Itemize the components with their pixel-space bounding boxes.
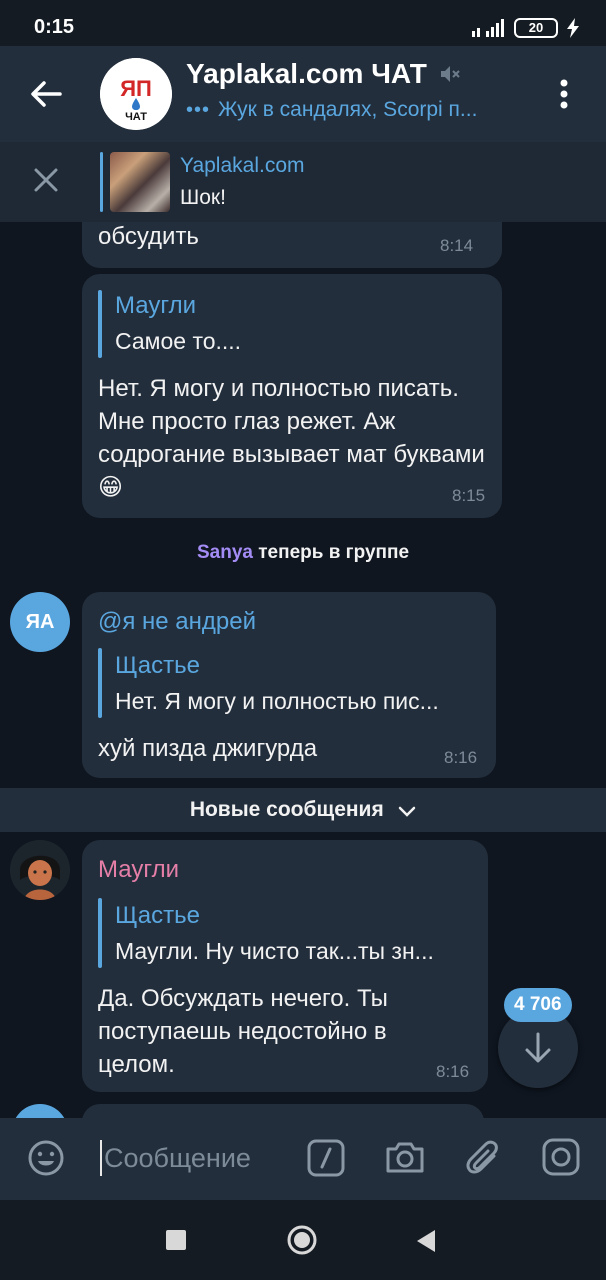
avatar[interactable]: [12, 1104, 68, 1118]
message-text: Нет. Я могу и полностью писать. Мне прос…: [98, 375, 485, 501]
mute-icon: [440, 66, 460, 82]
service-text: теперь в группе: [252, 542, 410, 563]
message-text: обсудить: [98, 223, 199, 250]
new-messages-label: Новые сообщения: [189, 798, 384, 821]
message-input[interactable]: [104, 1136, 294, 1180]
close-icon[interactable]: [28, 162, 64, 198]
recent-apps-icon[interactable]: [166, 1230, 186, 1250]
avatar-initials: ЯА: [25, 611, 55, 633]
nav-back-icon[interactable]: [414, 1228, 438, 1254]
message-bubble[interactable]: @я не андрей Щастье Нет. Я могу и полнос…: [82, 592, 496, 778]
reply-bar: [98, 898, 102, 968]
message-mention[interactable]: @я не андрей: [98, 608, 256, 636]
typing-text: Жук в сандалях, Scorpi п...: [218, 98, 478, 121]
avatar[interactable]: ЯА: [10, 592, 70, 652]
bot-command-icon[interactable]: [306, 1138, 346, 1178]
reply-text: Маугли. Ну чисто так...ты зн...: [115, 938, 434, 964]
message-time: 8:16: [444, 748, 478, 767]
battery-icon: 20: [514, 18, 558, 38]
chat-header: ЯП ЧАТ Yaplakal.com ЧАТ ••• Жук в сандал…: [0, 46, 606, 142]
message-bubble[interactable]: Маугли Самое то.... Нет. Я могу и полнос…: [82, 274, 502, 518]
chat-title: Yaplakal.com ЧАТ: [186, 58, 427, 89]
message-text: Да. Обсуждать нечего. Ты поступаешь недо…: [98, 985, 388, 1078]
system-nav-bar: [0, 1200, 606, 1280]
pinned-title: Yaplakal.com: [180, 154, 305, 177]
back-arrow-icon[interactable]: [26, 74, 66, 114]
pinned-text: Шок!: [180, 186, 226, 209]
reply-author: Маугли: [115, 292, 196, 319]
message-time: 8:14: [440, 236, 474, 255]
reply-bar: [98, 648, 102, 718]
avatar[interactable]: [10, 840, 70, 900]
unread-count-badge: 4 706: [504, 988, 572, 1022]
chat-avatar[interactable]: ЯП ЧАТ: [100, 58, 172, 130]
emoji-icon[interactable]: [26, 1138, 66, 1178]
reply-bar: [98, 290, 102, 358]
more-vert-icon[interactable]: [548, 74, 580, 114]
attach-icon[interactable]: [464, 1136, 504, 1180]
message-text: хуй пизда джигурда: [98, 735, 318, 762]
reply-author: Щастье: [115, 902, 200, 929]
message-bubble[interactable]: обсудить 8:14: [82, 222, 502, 268]
message-input-bar: [0, 1118, 606, 1200]
battery-level: 20: [528, 20, 544, 35]
chevron-down-icon: [398, 806, 416, 817]
pinned-thumbnail: [110, 152, 170, 212]
home-icon[interactable]: [286, 1224, 318, 1256]
mowgli-avatar-image: [10, 840, 70, 900]
status-indicators: 20: [470, 18, 580, 38]
pinned-message[interactable]: Yaplakal.com Шок!: [0, 142, 606, 222]
reply-author: Щастье: [115, 652, 200, 679]
message-list[interactable]: обсудить 8:14 Маугли Самое то.... Нет. Я…: [0, 222, 606, 1118]
yaplakal-logo: ЯП ЧАТ: [100, 58, 172, 130]
signal-icon: [472, 19, 504, 37]
typing-status: ••• Жук в сандалях, Scorpi п...: [186, 98, 526, 122]
reply-text: Нет. Я могу и полностью пис...: [115, 688, 439, 714]
reply-text: Самое то....: [115, 328, 242, 354]
logo-top-text: ЯП: [120, 76, 152, 101]
text-cursor: [100, 1140, 102, 1176]
service-message: Sanya теперь в группе: [0, 542, 606, 564]
logo-bottom-text: ЧАТ: [125, 111, 147, 123]
message-bubble[interactable]: Маугли Щастье Маугли. Ну чисто так...ты …: [82, 840, 488, 1092]
pinned-accent-bar: [100, 152, 103, 212]
typing-dots-icon: •••: [186, 98, 211, 121]
sender-name[interactable]: Маугли: [98, 856, 179, 884]
camera-icon[interactable]: [384, 1136, 426, 1178]
message-time: 8:15: [452, 486, 486, 505]
message-time: 8:16: [436, 1062, 470, 1081]
message-bubble[interactable]: [82, 1104, 484, 1118]
instagram-icon[interactable]: [540, 1136, 582, 1178]
charging-icon: [567, 18, 579, 38]
new-messages-divider: Новые сообщения: [0, 788, 606, 832]
status-time: 0:15: [34, 16, 75, 38]
service-user[interactable]: Sanya: [197, 542, 253, 563]
chat-title-row[interactable]: Yaplakal.com ЧАТ: [186, 58, 461, 90]
